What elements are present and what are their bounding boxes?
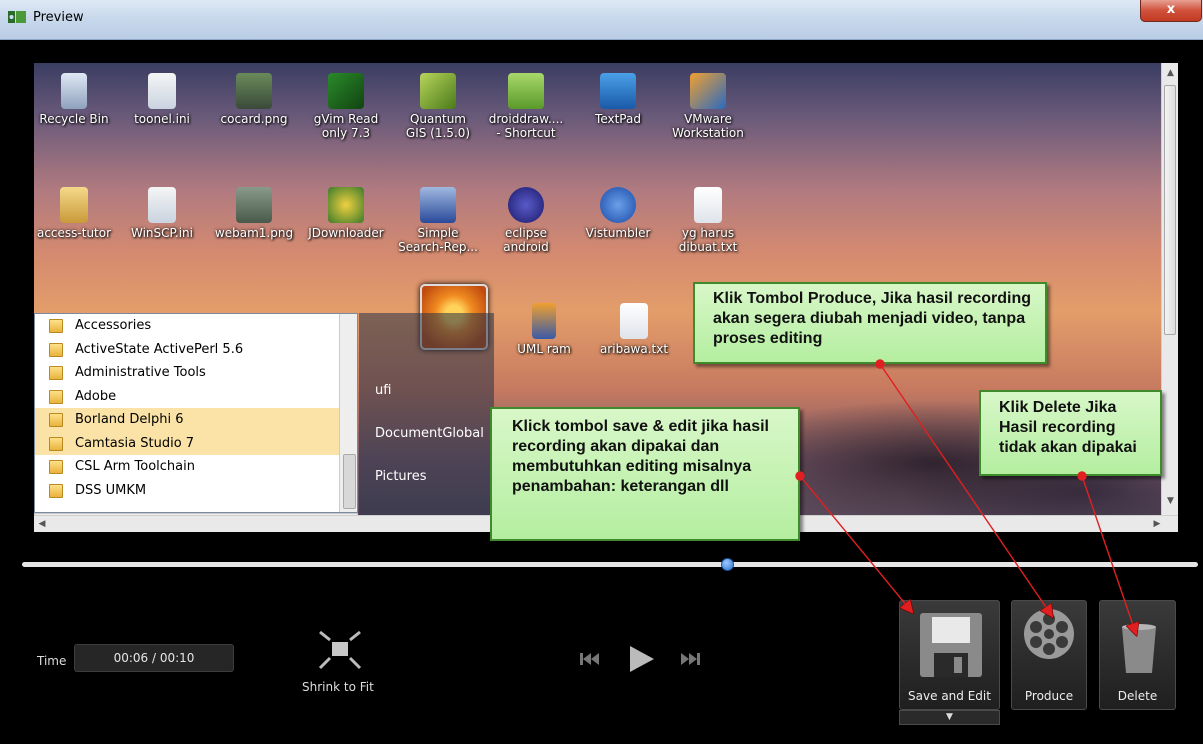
save-and-edit-button[interactable]: Save and Edit	[899, 600, 1000, 710]
start-menu-right-pane: ufi DocumentGlobal Pictures	[359, 313, 494, 531]
desktop-icon: toonel.ini	[122, 73, 202, 126]
text-file-icon	[694, 187, 722, 223]
desktop-icon: JDownloader	[306, 187, 386, 240]
ini-file-icon	[148, 187, 176, 223]
folder-icon	[49, 366, 63, 380]
produce-button[interactable]: Produce	[1011, 600, 1087, 710]
program-list-scrollbar[interactable]	[339, 314, 357, 512]
close-button[interactable]: x	[1140, 0, 1202, 22]
folder-icon	[60, 187, 88, 223]
program-list: Accessories ActiveState ActivePerl 5.6 A…	[34, 313, 358, 513]
vistumbler-icon	[600, 187, 636, 223]
start-item-user[interactable]: ufi	[375, 383, 391, 398]
list-item[interactable]: Camtasia Studio 7	[35, 431, 357, 455]
ini-file-icon	[148, 73, 176, 109]
list-item[interactable]: Accessories	[35, 314, 357, 338]
desktop-icon: aribawa.txt	[594, 303, 674, 356]
desktop-icon: droiddraw.... - Shortcut	[486, 73, 566, 140]
desktop-icon: cocard.png	[214, 73, 294, 126]
shrink-to-fit-label[interactable]: Shrink to Fit	[302, 680, 374, 694]
textpad-icon	[600, 73, 636, 109]
android-icon	[508, 73, 544, 109]
text-file-icon	[620, 303, 648, 339]
folder-icon	[49, 389, 63, 404]
start-menu: Accessories ActiveState ActivePerl 5.6 A…	[34, 313, 494, 533]
desktop-icon: TextPad	[578, 73, 658, 126]
film-reel-icon	[1024, 609, 1074, 659]
eclipse-icon	[508, 187, 544, 223]
callout-produce: Klik Tombol Produce, Jika hasil recordin…	[693, 282, 1047, 364]
start-item-documents[interactable]: DocumentGlobal	[375, 426, 484, 441]
desktop-icon: Quantum GIS (1.5.0)	[398, 73, 478, 140]
scroll-up-icon[interactable]: ▲	[1162, 65, 1179, 81]
uml-icon	[532, 303, 556, 339]
timeline-playhead[interactable]	[721, 558, 735, 571]
folder-icon	[49, 342, 63, 357]
desktop-icon: UML ram	[504, 303, 584, 356]
delete-button[interactable]: Delete	[1099, 600, 1176, 710]
time-label: Time	[37, 654, 67, 668]
scroll-left-icon[interactable]: ◀	[34, 516, 50, 532]
desktop-icon: VMware Workstation	[668, 73, 748, 140]
floppy-disk-icon	[920, 613, 982, 677]
desktop-icon: gVim Read only 7.3	[306, 73, 386, 140]
desktop-icon: Vistumbler	[578, 187, 658, 240]
shrink-to-fit-icon[interactable]	[318, 630, 362, 670]
jdownloader-icon	[328, 187, 364, 223]
scroll-right-icon[interactable]: ▶	[1149, 516, 1165, 532]
folder-icon	[49, 413, 63, 427]
desktop-icon: webam1.png	[214, 187, 294, 240]
vertical-scrollbar[interactable]: ▲ ▼	[1161, 63, 1178, 515]
list-item[interactable]: Administrative Tools	[35, 361, 357, 385]
folder-icon	[49, 436, 63, 451]
app-icon	[8, 11, 26, 23]
image-file-icon	[236, 73, 272, 109]
time-display: 00:06 / 00:10	[74, 644, 234, 672]
list-item[interactable]: CSL Arm Toolchain	[35, 455, 357, 479]
vim-icon	[328, 73, 364, 109]
folder-icon	[49, 460, 63, 474]
folder-icon	[49, 319, 63, 333]
title-bar: Preview x	[0, 0, 1203, 40]
qgis-icon	[420, 73, 456, 109]
scroll-thumb[interactable]	[343, 454, 356, 509]
list-item[interactable]: DSS UMKM	[35, 479, 357, 503]
desktop-icon: eclipse android	[486, 187, 566, 254]
list-item[interactable]: Adobe	[35, 385, 357, 409]
recycle-bin-icon	[61, 73, 87, 109]
rewind-icon[interactable]	[580, 652, 600, 666]
timeline-track[interactable]	[22, 562, 1198, 567]
scroll-down-icon[interactable]: ▼	[1162, 493, 1179, 509]
desktop-icon: Simple Search-Rep...	[398, 187, 478, 254]
image-file-icon	[236, 187, 272, 223]
desktop-icon: WinSCP.ini	[122, 187, 202, 240]
desktop-icon: access-tutor	[34, 187, 114, 240]
start-item-pictures[interactable]: Pictures	[375, 469, 426, 484]
trash-can-icon	[1122, 624, 1156, 673]
folder-icon	[49, 483, 63, 498]
play-icon[interactable]	[628, 645, 656, 673]
callout-delete: Klik Delete Jika Hasil recording tidak a…	[979, 390, 1162, 476]
save-options-dropdown[interactable]: ▼	[899, 710, 1000, 725]
search-replace-icon	[420, 187, 456, 223]
vmware-icon	[690, 73, 726, 109]
desktop-icon: yg harus dibuat.txt	[668, 187, 748, 254]
callout-save-edit: Klick tombol save & edit jika hasil reco…	[490, 407, 800, 541]
window-title: Preview	[33, 10, 84, 25]
desktop-icon: Recycle Bin	[34, 73, 114, 126]
list-item[interactable]: Borland Delphi 6	[35, 408, 357, 432]
fast-forward-icon[interactable]	[680, 652, 700, 666]
list-item[interactable]: ActiveState ActivePerl 5.6	[35, 338, 357, 362]
scroll-thumb[interactable]	[1164, 85, 1176, 335]
